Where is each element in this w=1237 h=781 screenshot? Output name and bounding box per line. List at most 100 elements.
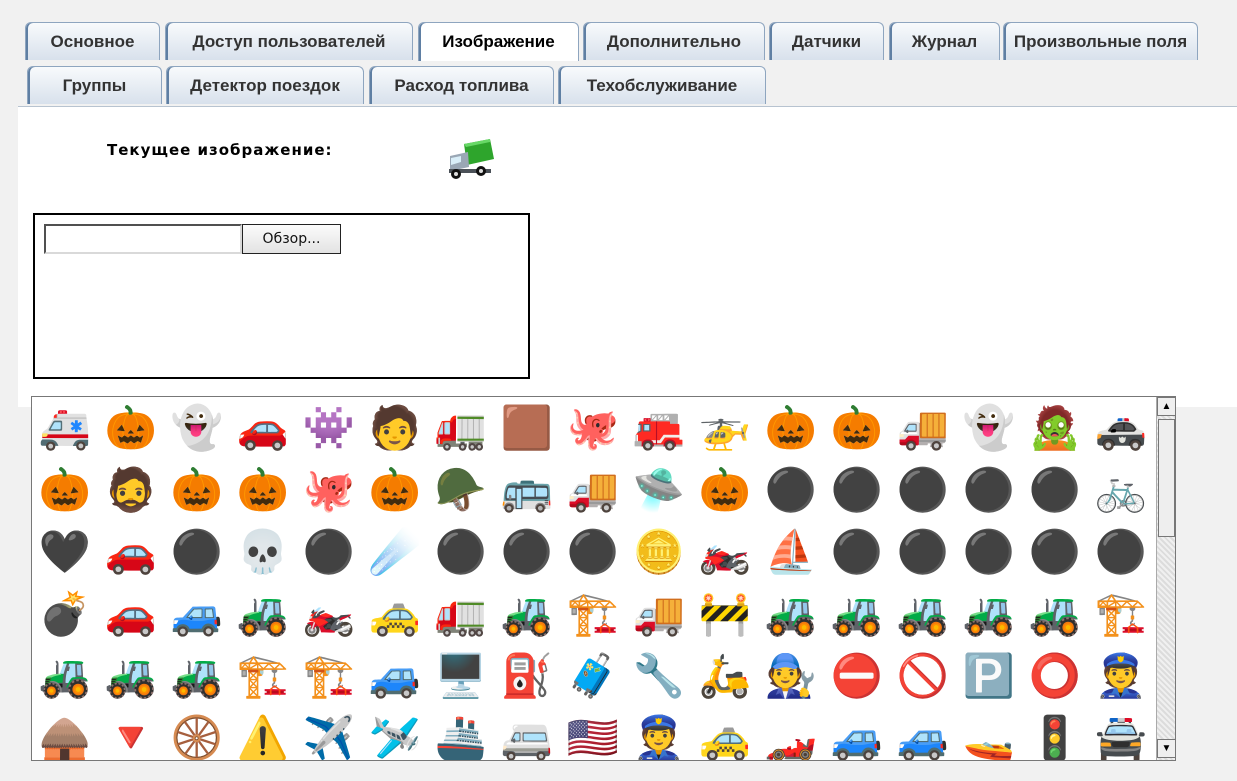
gallery-icon-option[interactable]: 🚚	[560, 459, 626, 521]
tab-basic[interactable]: Основное	[25, 22, 160, 60]
gallery-icon-option[interactable]: 🛸	[626, 459, 692, 521]
gallery-icon-option[interactable]: 🖥️	[428, 645, 494, 707]
tab-maintenance[interactable]: Техобслуживание	[558, 66, 766, 104]
gallery-icon-option[interactable]: 🚜	[824, 583, 890, 645]
image-file-input[interactable]	[44, 224, 242, 254]
tab-image[interactable]: Изображение	[418, 22, 579, 61]
gallery-icon-option[interactable]: 👻	[164, 397, 230, 459]
gallery-icon-option[interactable]: 💣	[32, 583, 98, 645]
gallery-scrollbar[interactable]: ▲ ▼	[1156, 397, 1175, 760]
gallery-icon-option[interactable]: 🚔	[1088, 707, 1154, 760]
gallery-icon-option[interactable]: ⚫	[956, 521, 1022, 583]
gallery-icon-option[interactable]: 🏎️	[758, 707, 824, 760]
gallery-icon-option[interactable]: 🖤	[32, 521, 98, 583]
gallery-icon-option[interactable]: 🚛	[428, 397, 494, 459]
gallery-icon-option[interactable]: ⚫	[890, 521, 956, 583]
gallery-icon-option[interactable]: 🚙	[164, 583, 230, 645]
gallery-icon-option[interactable]: 🚛	[428, 583, 494, 645]
gallery-icon-option[interactable]: 🇺🇸	[560, 707, 626, 760]
gallery-icon-option[interactable]: 🚙	[362, 645, 428, 707]
gallery-icon-option[interactable]: 🎃	[98, 397, 164, 459]
gallery-icon-option[interactable]: 🚗	[98, 583, 164, 645]
gallery-icon-option[interactable]: 🚙	[824, 707, 890, 760]
gallery-icon-option[interactable]: ⚫	[956, 459, 1022, 521]
gallery-icon-option[interactable]: 🔧	[626, 645, 692, 707]
gallery-icon-option[interactable]: 🎃	[824, 397, 890, 459]
gallery-icon-option[interactable]: 🎃	[362, 459, 428, 521]
gallery-icon-option[interactable]: ⚠️	[230, 707, 296, 760]
gallery-icon-option[interactable]: 🎃	[164, 459, 230, 521]
gallery-icon-option[interactable]: 🚁	[692, 397, 758, 459]
gallery-icon-option[interactable]: 🔻	[98, 707, 164, 760]
gallery-icon-option[interactable]: 🎃	[230, 459, 296, 521]
gallery-icon-option[interactable]: 🚌	[494, 459, 560, 521]
gallery-icon-option[interactable]: ⚫	[1022, 521, 1088, 583]
tab-custom-fields[interactable]: Произвольные поля	[1003, 22, 1198, 60]
gallery-icon-option[interactable]: ☄️	[362, 521, 428, 583]
gallery-icon-option[interactable]: ✈️	[296, 707, 362, 760]
gallery-icon-option[interactable]: 🚕	[362, 583, 428, 645]
scrollbar-thumb[interactable]	[1158, 419, 1175, 537]
gallery-icon-option[interactable]: 👻	[956, 397, 1022, 459]
gallery-icon-option[interactable]: ⚫	[1022, 459, 1088, 521]
gallery-icon-option[interactable]: 🎃	[758, 397, 824, 459]
gallery-icon-option[interactable]: ⚫	[560, 521, 626, 583]
gallery-icon-option[interactable]: ⛽	[494, 645, 560, 707]
gallery-icon-option[interactable]: 🚕	[692, 707, 758, 760]
gallery-icon-option[interactable]: 🚢	[428, 707, 494, 760]
gallery-icon-option[interactable]: 🚜	[890, 583, 956, 645]
gallery-icon-option[interactable]: 🚜	[1022, 583, 1088, 645]
gallery-icon-option[interactable]: 🐙	[296, 459, 362, 521]
gallery-icon-option[interactable]: 🚜	[164, 645, 230, 707]
browse-button[interactable]: Обзор...	[242, 224, 341, 254]
gallery-icon-option[interactable]: 🐙	[560, 397, 626, 459]
gallery-icon-option[interactable]: 🏗️	[296, 645, 362, 707]
gallery-icon-option[interactable]: 🧟	[1022, 397, 1088, 459]
gallery-icon-option[interactable]: ⚫	[428, 521, 494, 583]
gallery-icon-option[interactable]: 🎃	[32, 459, 98, 521]
gallery-icon-option[interactable]: 🚜	[494, 583, 560, 645]
gallery-icon-option[interactable]: 🚲	[1088, 459, 1154, 521]
gallery-icon-option[interactable]: 💀	[230, 521, 296, 583]
gallery-icon-option[interactable]: 🚜	[758, 583, 824, 645]
gallery-icon-option[interactable]: ⚫	[296, 521, 362, 583]
gallery-icon-option[interactable]: 👾	[296, 397, 362, 459]
gallery-icon-option[interactable]: ⛵	[758, 521, 824, 583]
gallery-icon-option[interactable]: 🟫	[494, 397, 560, 459]
gallery-icon-option[interactable]: 🏍️	[692, 521, 758, 583]
gallery-icon-option[interactable]: 🚫	[890, 645, 956, 707]
gallery-icon-option[interactable]: 🚐	[494, 707, 560, 760]
gallery-icon-option[interactable]: 👮	[626, 707, 692, 760]
scroll-up-button[interactable]: ▲	[1157, 397, 1175, 416]
gallery-icon-option[interactable]: 🏗️	[1088, 583, 1154, 645]
gallery-icon-option[interactable]: 🚧	[692, 583, 758, 645]
gallery-icon-option[interactable]: 🛩️	[362, 707, 428, 760]
gallery-icon-option[interactable]: 🚓	[1088, 397, 1154, 459]
gallery-icon-option[interactable]: ⚫	[494, 521, 560, 583]
gallery-icon-option[interactable]: 🚑	[32, 397, 98, 459]
gallery-icon-option[interactable]: ⭕	[1022, 645, 1088, 707]
gallery-icon-option[interactable]: ⚫	[824, 459, 890, 521]
tab-sensors[interactable]: Датчики	[769, 22, 884, 60]
gallery-icon-option[interactable]: 🎃	[692, 459, 758, 521]
gallery-icon-option[interactable]: 🚚	[890, 397, 956, 459]
gallery-icon-option[interactable]: 🛖	[32, 707, 98, 760]
tab-log[interactable]: Журнал	[889, 22, 1000, 60]
tab-fuel-consumption[interactable]: Расход топлива	[369, 66, 554, 104]
gallery-icon-option[interactable]: 🚒	[626, 397, 692, 459]
gallery-icon-option[interactable]: ⚫	[758, 459, 824, 521]
gallery-icon-option[interactable]: 🚦	[1022, 707, 1088, 760]
tab-groups[interactable]: Группы	[27, 66, 162, 104]
gallery-icon-option[interactable]: 🧑‍🔧	[758, 645, 824, 707]
scroll-down-button[interactable]: ▼	[1157, 739, 1175, 758]
gallery-icon-option[interactable]: 🏗️	[560, 583, 626, 645]
gallery-icon-option[interactable]: 🚗	[98, 521, 164, 583]
gallery-icon-option[interactable]: 🚗	[230, 397, 296, 459]
gallery-icon-option[interactable]: 🛵	[692, 645, 758, 707]
gallery-icon-option[interactable]: 🛞	[164, 707, 230, 760]
gallery-icon-option[interactable]: 🧳	[560, 645, 626, 707]
gallery-icon-option[interactable]: 🚙	[890, 707, 956, 760]
gallery-icon-option[interactable]: 🚚	[626, 583, 692, 645]
tab-trip-detector[interactable]: Детектор поездок	[166, 66, 364, 104]
gallery-icon-option[interactable]: 🪙	[626, 521, 692, 583]
